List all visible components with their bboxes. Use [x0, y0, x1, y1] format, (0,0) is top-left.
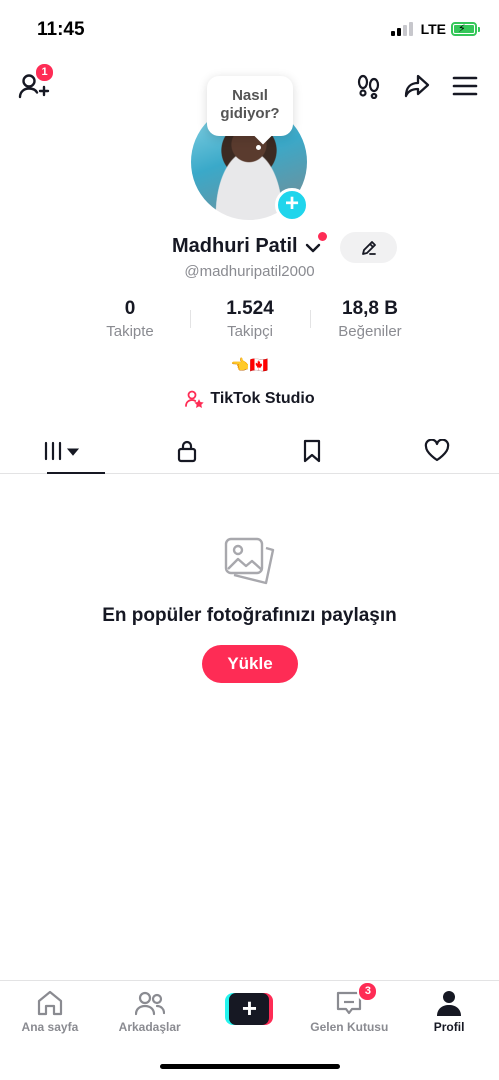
status-time: 11:45 [37, 19, 85, 40]
friend-requests-badge: 1 [34, 62, 55, 83]
bookmark-icon [303, 439, 320, 462]
create-icon: + [229, 993, 270, 1025]
nav-home[interactable]: Ana sayfa [0, 981, 100, 1042]
nav-label: Ana sayfa [21, 1020, 79, 1034]
status-bubble-text: Nasıl gidiyor? [220, 87, 280, 122]
nav-friends[interactable]: Arkadaşlar [100, 981, 200, 1042]
stat-value: 0 [124, 298, 136, 319]
profile-icon [437, 991, 462, 1016]
notification-dot [318, 232, 327, 241]
nav-label: Arkadaşlar [118, 1020, 181, 1034]
home-icon [37, 990, 62, 1016]
heart-icon [424, 438, 449, 461]
nav-inbox[interactable]: 3 Gelen Kutusu [299, 981, 399, 1042]
name-row: Madhuri Patil [0, 232, 499, 263]
bottom-nav: Ana sayfa Arkadaşlar + 3 Gelen Kutusu Pr… [0, 980, 499, 1042]
tab-saved[interactable] [250, 428, 375, 473]
nav-label: Gelen Kutusu [310, 1020, 389, 1034]
footprints-button[interactable] [355, 72, 383, 100]
tab-videos[interactable] [0, 428, 125, 474]
stat-likes[interactable]: 18,8 B Beğeniler [310, 298, 430, 342]
plus-icon: + [284, 190, 299, 217]
friends-icon [134, 991, 165, 1016]
studio-person-icon [185, 390, 205, 408]
status-bar: 11:45 LTE ⚡ [0, 0, 499, 60]
nav-create[interactable]: + [200, 981, 300, 1042]
tab-private[interactable] [125, 428, 250, 473]
studio-label: TikTok Studio [210, 390, 315, 407]
status-bubble[interactable]: Nasıl gidiyor? [207, 76, 293, 136]
nav-profile[interactable]: Profil [399, 981, 499, 1042]
signal-icon [390, 22, 413, 36]
stat-following[interactable]: 0 Takipte [70, 298, 190, 342]
inbox-badge: 3 [357, 981, 379, 1002]
share-icon [404, 74, 430, 98]
pencil-icon [361, 240, 376, 255]
tab-liked[interactable] [374, 428, 499, 473]
add-story-button[interactable]: + [275, 188, 309, 222]
display-name[interactable]: Madhuri Patil [172, 235, 298, 258]
stat-label: Beğeniler [338, 323, 402, 340]
lock-icon [178, 440, 197, 462]
tiktok-studio-link[interactable]: TikTok Studio [0, 389, 499, 409]
profile-stats: 0 Takipte 1.524 Takipçi 18,8 B Beğeniler [70, 298, 430, 342]
chevron-down-icon[interactable] [304, 239, 322, 257]
nav-label: Profil [433, 1020, 465, 1034]
network-type: LTE [420, 21, 446, 37]
battery-icon: ⚡ [451, 22, 480, 36]
edit-profile-button[interactable] [340, 232, 397, 263]
stat-followers[interactable]: 1.524 Takipçi [190, 298, 310, 342]
grid-icon [45, 441, 80, 460]
footprints-icon [357, 74, 380, 99]
username: @madhuripatil2000 [184, 263, 315, 280]
menu-button[interactable] [451, 72, 479, 100]
photo-icon [224, 537, 275, 585]
add-friend-button[interactable]: 1 [18, 62, 55, 102]
empty-state-title: En popüler fotoğrafınızı paylaşın [102, 605, 397, 626]
bio: 👈🇨🇦 [230, 357, 269, 374]
upload-button[interactable]: Yükle [202, 645, 298, 683]
stat-label: Takipçi [227, 323, 273, 340]
bubble-dot [256, 145, 261, 150]
stat-label: Takipte [106, 323, 154, 340]
hamburger-icon [452, 76, 478, 96]
status-indicators: LTE ⚡ [390, 21, 480, 37]
content-tabs [0, 428, 499, 474]
stat-value: 1.524 [226, 298, 274, 319]
share-button[interactable] [403, 72, 431, 100]
home-indicator[interactable] [160, 1064, 340, 1069]
stat-value: 18,8 B [342, 298, 398, 319]
create-button[interactable]: + [225, 993, 274, 1025]
